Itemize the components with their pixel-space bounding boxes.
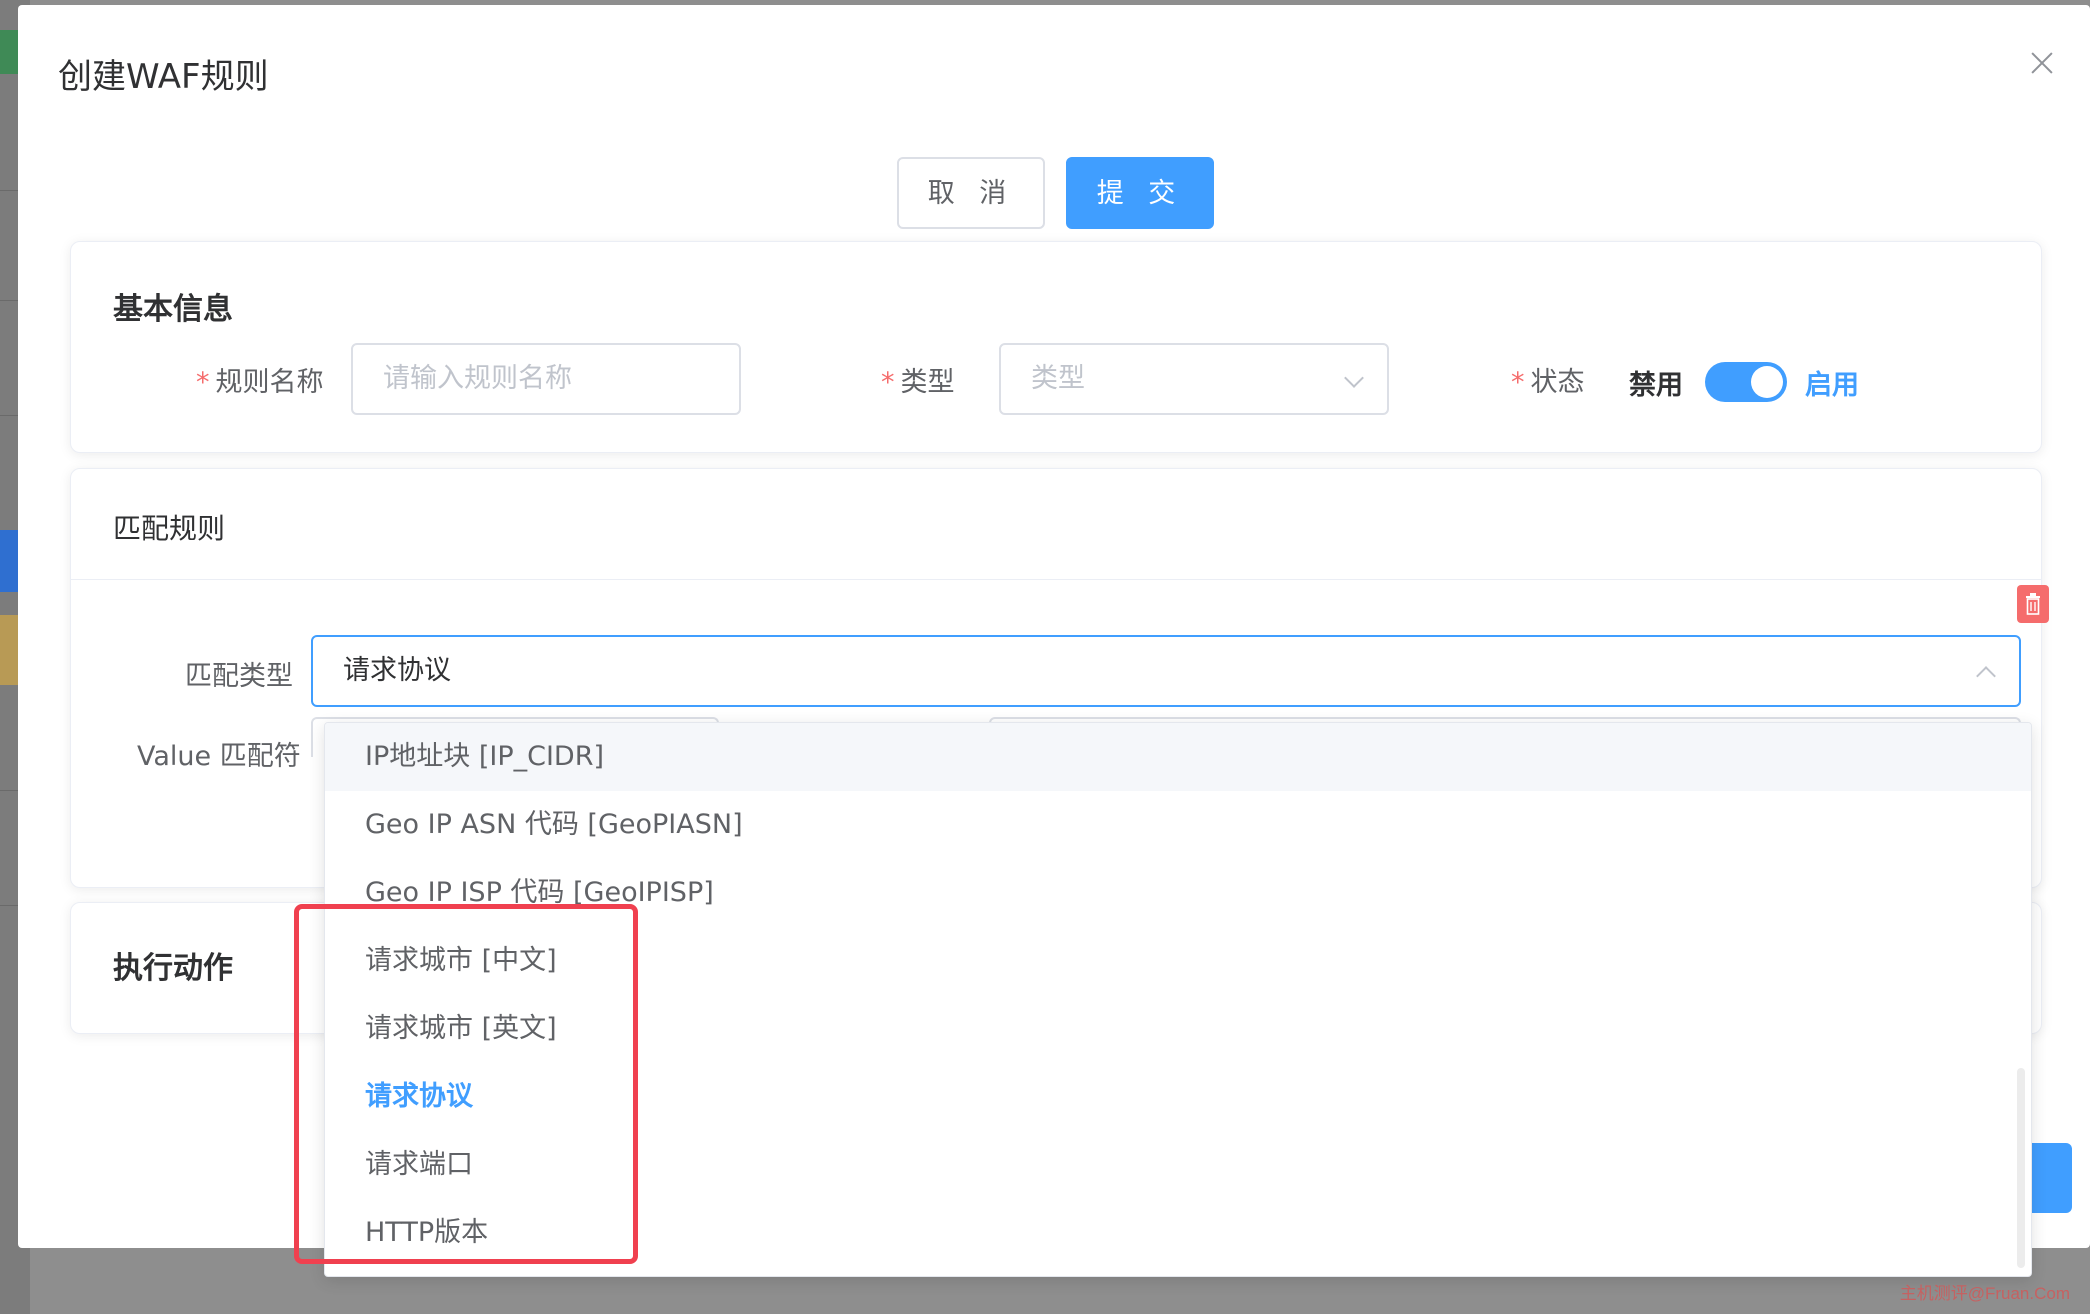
dropdown-option-selected[interactable]: 请求协议 — [325, 1063, 2031, 1131]
action-title: 执行动作 — [113, 951, 233, 986]
chevron-up-icon — [1976, 666, 1996, 686]
rule-name-placeholder: 请输入规则名称 — [383, 363, 572, 394]
close-icon[interactable] — [2026, 47, 2058, 79]
background-divider — [0, 790, 18, 791]
required-mark: * — [196, 367, 210, 398]
dropdown-option[interactable]: Geo IP ASN 代码 [GeoPIASN] — [325, 791, 2031, 859]
delete-rule-button[interactable] — [2017, 585, 2049, 623]
status-off-label[interactable]: 禁用 — [1629, 363, 1683, 402]
toggle-knob — [1751, 366, 1783, 398]
obscured-button[interactable] — [2026, 1143, 2072, 1213]
dropdown-option[interactable]: 请求城市 [中文] — [325, 927, 2031, 995]
submit-button[interactable]: 提 交 — [1066, 157, 1214, 229]
match-type-dropdown: IP地址块 [IP_CIDR] Geo IP ASN 代码 [GeoPIASN]… — [324, 722, 2032, 1277]
dropdown-option[interactable]: Geo IP ISP 代码 [GeoIPISP] — [325, 859, 2031, 927]
dropdown-option[interactable]: 请求城市 [英文] — [325, 995, 2031, 1063]
rule-name-input[interactable]: 请输入规则名称 — [351, 343, 741, 415]
dropdown-option[interactable]: IP地址块 [IP_CIDR] — [325, 723, 2031, 791]
chevron-down-icon — [1344, 368, 1364, 388]
match-rules-title: 匹配规则 — [113, 512, 226, 545]
basic-info-title: 基本信息 — [113, 292, 233, 327]
dialog-title: 创建WAF规则 — [58, 57, 269, 97]
status-label: * 状态 — [1511, 367, 1585, 398]
required-mark: * — [881, 367, 895, 398]
background-divider — [0, 905, 18, 906]
status-on-label[interactable]: 启用 — [1805, 363, 1859, 402]
match-type-select[interactable]: 请求协议 — [311, 635, 2021, 707]
basic-info-card: 基本信息 * 规则名称 请输入规则名称 * 类型 类型 * 状态 禁用 启用 — [70, 241, 2042, 453]
type-placeholder: 类型 — [1031, 363, 1085, 394]
dropdown-option[interactable]: 请求端口 — [325, 1131, 2031, 1199]
match-type-value: 请求协议 — [343, 655, 451, 686]
required-mark: * — [1511, 367, 1525, 398]
match-type-label: 匹配类型 — [185, 661, 293, 692]
trash-icon — [2026, 593, 2040, 615]
dropdown-scrollbar[interactable] — [2017, 1068, 2025, 1268]
dropdown-option[interactable]: HTTP版本 — [325, 1199, 2031, 1267]
rule-name-label: * 规则名称 — [196, 367, 324, 398]
type-label: * 类型 — [881, 367, 955, 398]
section-divider — [71, 579, 2041, 580]
watermark: 主机测评@Fruan.Com — [1899, 1284, 2070, 1303]
status-toggle[interactable] — [1705, 362, 1787, 402]
background-divider — [0, 300, 18, 301]
cancel-button[interactable]: 取 消 — [897, 157, 1045, 229]
type-select[interactable]: 类型 — [999, 343, 1389, 415]
background-divider — [0, 190, 18, 191]
value-matcher-label: Value 匹配符 — [137, 741, 301, 772]
background-divider — [0, 415, 18, 416]
